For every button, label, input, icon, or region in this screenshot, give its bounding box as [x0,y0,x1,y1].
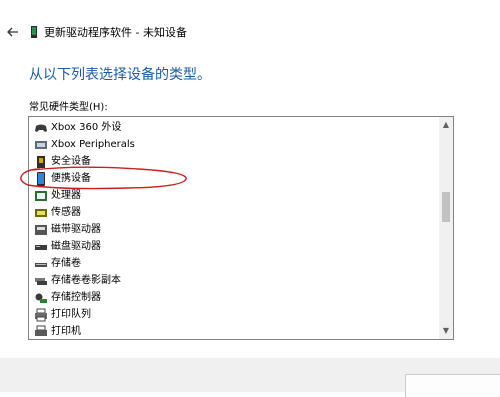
list-item-label: 传感器 [51,206,81,218]
volume-shadow-copy-icon [35,277,47,285]
scroll-down-arrow[interactable]: ▼ [439,323,453,339]
list-item-label: 存储卷卷影副本 [51,274,121,286]
list-item-print-queue[interactable]: 打印队列 [31,306,429,323]
list-item-volume-shadow-copy[interactable]: 存储卷卷影副本 [31,272,429,289]
list-item-tape-drive[interactable]: 磁带驱动器 [31,221,429,238]
list-item-security-device[interactable]: 安全设备 [31,153,429,170]
list-item-disk-drive[interactable]: 磁盘驱动器 [31,238,429,255]
page-heading: 从以下列表选择设备的类型。 [29,67,211,83]
list-item-label: 处理器 [51,189,81,201]
scroll-thumb[interactable] [442,192,450,222]
footer-area [0,358,500,397]
title-bar: 更新驱动程序软件 - 未知设备 [0,0,500,60]
hardware-type-label: 常见硬件类型(H): [29,102,108,113]
print-queue-icon [35,308,47,321]
list-item-xbox-peripherals[interactable]: Xbox Peripherals [31,136,429,153]
back-button[interactable] [5,25,21,41]
hardware-type-list[interactable]: Xbox 360 外设 Xbox Peripherals 安全设备 便携设备 处… [28,116,454,340]
list-item-label: 安全设备 [51,155,91,167]
list-item-label: 打印机 [51,325,81,337]
device-icon [31,26,37,38]
tape-drive-icon [35,224,47,235]
list-item-label: 存储卷 [51,257,81,269]
gamepad-icon [35,124,47,132]
scroll-up-arrow[interactable]: ▲ [439,117,453,133]
list-item-label: 便携设备 [51,172,91,184]
list-item-label: 磁带驱动器 [51,223,101,235]
list-item-label: 打印队列 [51,308,91,320]
printer-icon [35,325,47,336]
list-item-printer[interactable]: 打印机 [31,323,429,339]
footer-button[interactable] [405,374,500,397]
processor-icon [35,190,47,201]
sensor-icon [35,208,47,217]
portable-device-icon [37,171,45,186]
list-item-label: Xbox Peripherals [51,138,135,150]
storage-controller-icon [35,293,47,303]
list-item-label: 存储控制器 [51,291,101,303]
list-item-sensor[interactable]: 传感器 [31,204,429,221]
list-item-processor[interactable]: 处理器 [31,187,429,204]
list-items: Xbox 360 外设 Xbox Peripherals 安全设备 便携设备 处… [29,117,439,339]
list-item-portable-device[interactable]: 便携设备 [31,170,429,187]
list-item-label: Xbox 360 外设 [51,121,122,133]
list-item-storage-controller[interactable]: 存储控制器 [31,289,429,306]
security-device-icon [37,155,45,168]
arrow-left-icon [7,27,18,37]
list-item-label: 磁盘驱动器 [51,240,101,252]
storage-volume-icon [35,262,47,267]
window-title: 更新驱动程序软件 - 未知设备 [44,26,187,39]
xbox-peripherals-icon [35,140,47,149]
vertical-scrollbar[interactable]: ▲ ▼ [439,117,453,339]
list-item-storage-volume[interactable]: 存储卷 [31,255,429,272]
disk-drive-icon [35,244,47,250]
list-item-xbox-360[interactable]: Xbox 360 外设 [31,119,429,136]
